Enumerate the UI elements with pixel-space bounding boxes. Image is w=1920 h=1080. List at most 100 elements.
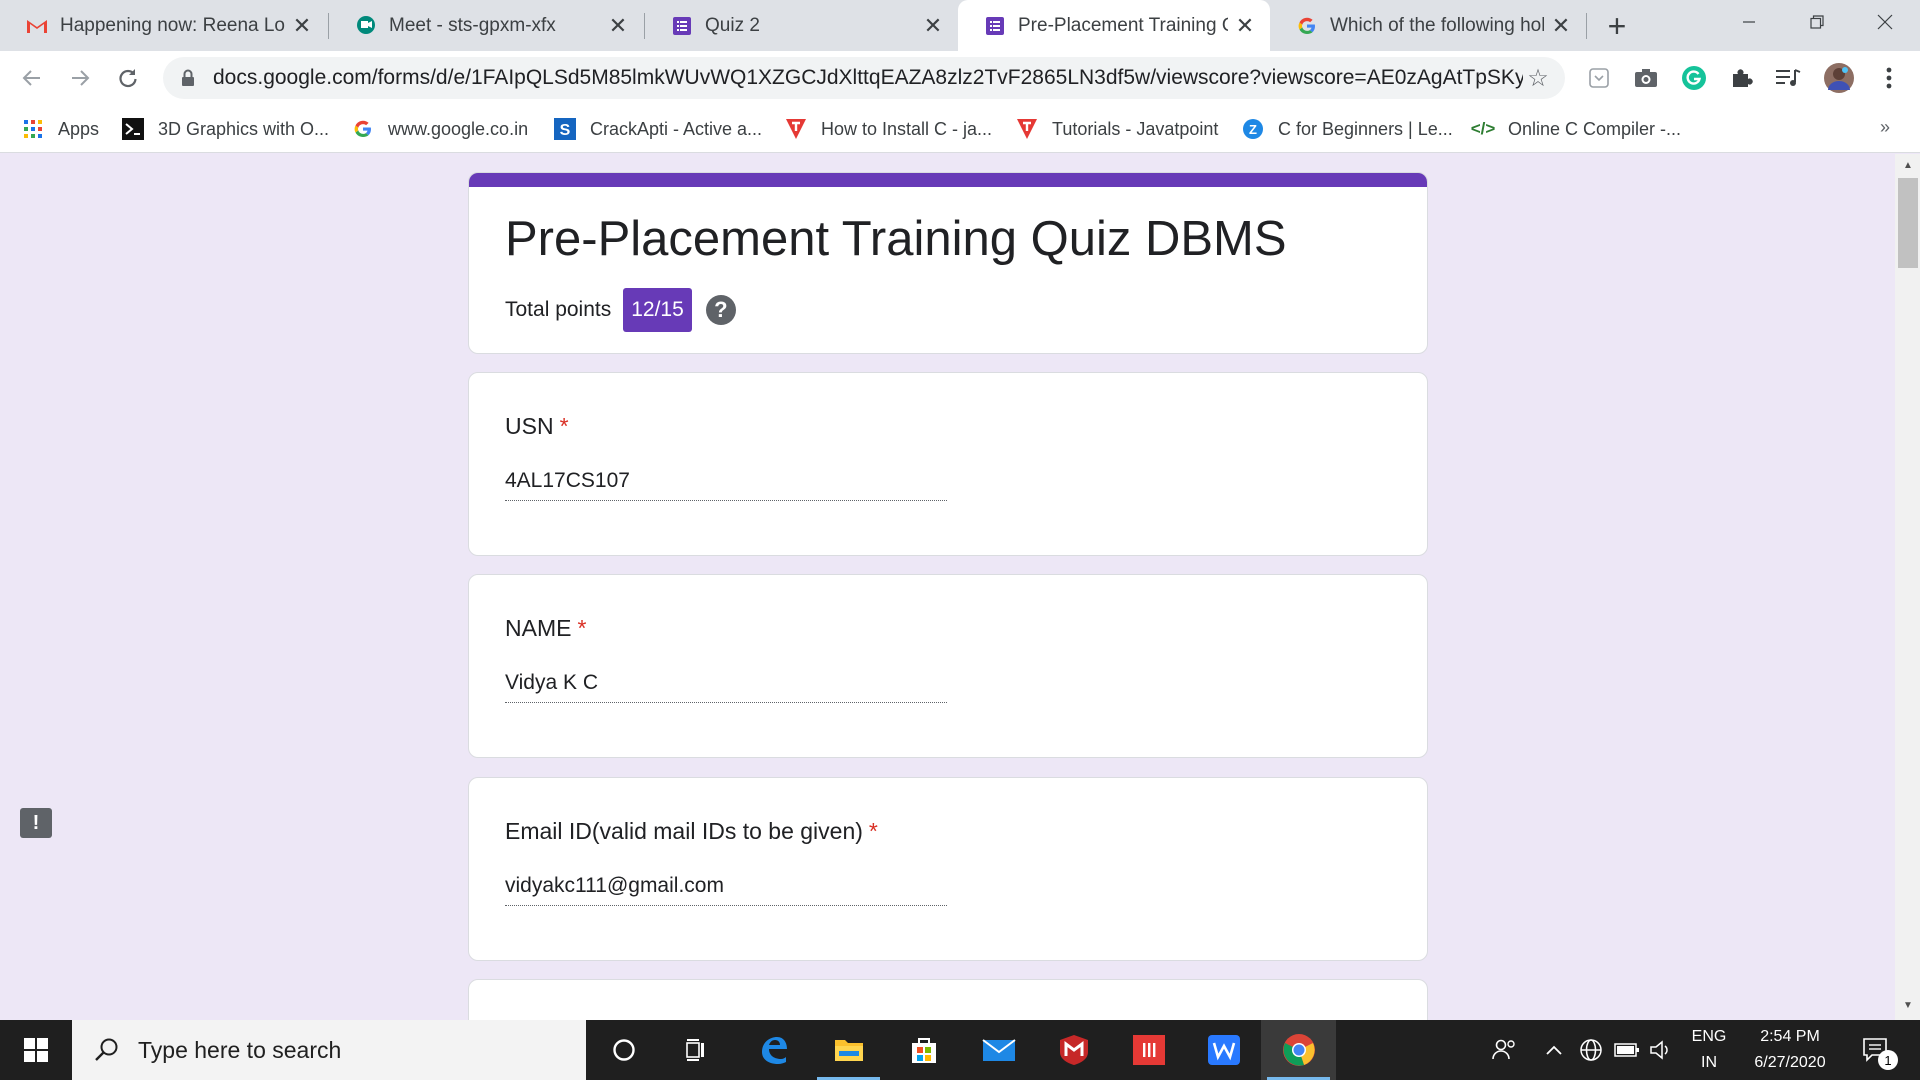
bookmark-google[interactable]: www.google.co.in: [352, 115, 528, 143]
chrome-taskbar-icon[interactable]: [1261, 1020, 1336, 1080]
bookmark-apps[interactable]: Apps: [22, 115, 99, 143]
accent-band: [469, 173, 1427, 187]
mcafee-icon[interactable]: [1036, 1020, 1111, 1080]
bookmark-crackapti[interactable]: S CrackApti - Active a...: [554, 115, 762, 143]
bookmark-c-beginners[interactable]: Z C for Beginners | Le...: [1242, 115, 1453, 143]
google-forms-icon: [671, 15, 693, 37]
volume-icon[interactable]: [1644, 1020, 1678, 1080]
question-card-next: [468, 979, 1428, 1020]
crackapti-icon: S: [554, 118, 576, 140]
file-explorer-icon[interactable]: [811, 1020, 886, 1080]
bookmark-3d-graphics[interactable]: 3D Graphics with O...: [122, 115, 329, 143]
javatpoint-icon: [785, 118, 807, 140]
tab-strip: Happening now: Reena Lob ✕ Meet - sts-gp…: [0, 0, 1920, 51]
notification-center-icon[interactable]: 1: [1852, 1020, 1902, 1080]
tab-gmail[interactable]: Happening now: Reena Lob ✕: [0, 0, 327, 51]
close-tab-icon[interactable]: ✕: [922, 13, 944, 38]
scrollbar[interactable]: [1895, 154, 1920, 1020]
browser-toolbar: docs.google.com/forms/d/e/1FAIpQLSd5M85l…: [0, 51, 1920, 105]
close-tab-icon[interactable]: ✕: [1234, 13, 1256, 38]
tab-pre-placement-quiz[interactable]: Pre-Placement Training Qui ✕: [958, 0, 1270, 51]
tab-title: Pre-Placement Training Qui: [1018, 14, 1228, 36]
people-icon[interactable]: [1485, 1020, 1525, 1080]
minimize-button[interactable]: [1715, 0, 1783, 44]
reload-button[interactable]: [112, 62, 144, 94]
bookmark-label: C for Beginners | Le...: [1278, 118, 1453, 139]
apps-grid-icon: [22, 118, 44, 140]
question-text: NAME: [505, 615, 572, 641]
red-app-icon[interactable]: [1111, 1020, 1186, 1080]
reload-icon: [119, 69, 137, 88]
learn-icon: Z: [1242, 118, 1264, 140]
feedback-icon[interactable]: !: [20, 808, 52, 838]
tab-title: Quiz 2: [705, 14, 760, 36]
close-tab-icon[interactable]: ✕: [291, 13, 313, 38]
google-icon: [352, 118, 374, 140]
bookmarks-bar: Apps 3D Graphics with O... www.google.co…: [0, 105, 1920, 153]
google-icon: [1296, 15, 1318, 37]
windows-taskbar: Type here to search ENG IN 2:54 PM 6/27/…: [0, 1020, 1920, 1080]
scrollbar-thumb[interactable]: [1898, 178, 1918, 268]
bookmark-label: How to Install C - ja...: [821, 118, 993, 139]
forward-button[interactable]: [64, 62, 96, 94]
close-tab-icon[interactable]: ✕: [1550, 13, 1572, 38]
close-icon: [1877, 14, 1893, 30]
clock-time[interactable]: 2:54 PM: [1740, 1028, 1840, 1046]
required-asterisk: *: [868, 818, 878, 844]
network-globe-icon[interactable]: [1574, 1020, 1608, 1080]
bookmark-install-c[interactable]: How to Install C - ja...: [785, 115, 992, 143]
restore-button[interactable]: [1783, 0, 1851, 44]
extensions-puzzle-icon[interactable]: [1726, 63, 1756, 93]
address-bar[interactable]: docs.google.com/forms/d/e/1FAIpQLSd5M85l…: [163, 57, 1565, 99]
microsoft-store-icon[interactable]: [886, 1020, 961, 1080]
required-asterisk: *: [577, 615, 587, 641]
grammarly-icon[interactable]: [1679, 63, 1709, 93]
tab-meet[interactable]: Meet - sts-gpxm-xfx ✕: [329, 0, 643, 51]
media-control-icon[interactable]: [1773, 63, 1803, 93]
bookmark-label: Tutorials - Javatpoint: [1052, 118, 1219, 139]
javatpoint-icon: [1016, 118, 1038, 140]
bookmark-javatpoint[interactable]: Tutorials - Javatpoint: [1016, 115, 1218, 143]
show-hidden-icons-chevron-icon[interactable]: [1538, 1020, 1570, 1080]
clock-date[interactable]: 6/27/2020: [1740, 1054, 1840, 1072]
pocket-extension-icon[interactable]: [1584, 63, 1614, 93]
camera-extension-icon[interactable]: [1631, 63, 1661, 93]
scroll-down-arrow-icon[interactable]: ▼: [1903, 1000, 1913, 1011]
url-text[interactable]: docs.google.com/forms/d/e/1FAIpQLSd5M85l…: [213, 66, 1523, 90]
tab-quiz-2[interactable]: Quiz 2 ✕: [645, 0, 958, 51]
bookmark-online-compiler[interactable]: </> Online C Compiler -...: [1471, 115, 1682, 143]
svg-text:Z: Z: [1249, 122, 1257, 137]
taskbar-search[interactable]: Type here to search: [72, 1020, 586, 1080]
svg-text:S: S: [560, 122, 571, 139]
mail-icon[interactable]: [961, 1020, 1036, 1080]
bookmark-label: Online C Compiler -...: [1508, 118, 1682, 139]
region-indicator[interactable]: IN: [1682, 1054, 1736, 1072]
language-indicator[interactable]: ENG: [1682, 1028, 1736, 1046]
close-tab-icon[interactable]: ✕: [607, 13, 629, 38]
bookmark-star-icon[interactable]: ☆: [1523, 63, 1553, 93]
wps-writer-icon[interactable]: [1186, 1020, 1261, 1080]
help-icon[interactable]: ?: [705, 295, 736, 325]
google-forms-icon: [984, 15, 1006, 37]
answer-field: 4AL17CS107: [505, 467, 947, 501]
profile-avatar[interactable]: [1822, 61, 1856, 95]
chrome-menu-icon[interactable]: [1874, 63, 1904, 93]
start-button[interactable]: [0, 1020, 72, 1080]
minimize-icon: [1743, 21, 1755, 23]
more-bookmarks-chevron-icon[interactable]: »: [1880, 117, 1890, 138]
form-title: Pre-Placement Training Quiz DBMS: [505, 212, 1287, 266]
question-label: Email ID(valid mail IDs to be given) *: [505, 818, 878, 845]
restore-icon: [1810, 15, 1824, 29]
forward-arrow-icon: [72, 70, 90, 86]
battery-icon[interactable]: [1610, 1020, 1644, 1080]
task-view-icon[interactable]: [661, 1020, 736, 1080]
edge-icon[interactable]: [736, 1020, 811, 1080]
tab-google-search[interactable]: Which of the following hold ✕: [1270, 0, 1586, 51]
scroll-up-arrow-icon[interactable]: ▲: [1903, 160, 1913, 171]
bookmark-label: 3D Graphics with O...: [158, 118, 330, 139]
back-button[interactable]: [16, 62, 48, 94]
close-window-button[interactable]: [1851, 0, 1919, 44]
cortana-icon[interactable]: [586, 1020, 661, 1080]
new-tab-button[interactable]: +: [1600, 8, 1634, 44]
form-header-card: Pre-Placement Training Quiz DBMS Total p…: [468, 172, 1428, 354]
